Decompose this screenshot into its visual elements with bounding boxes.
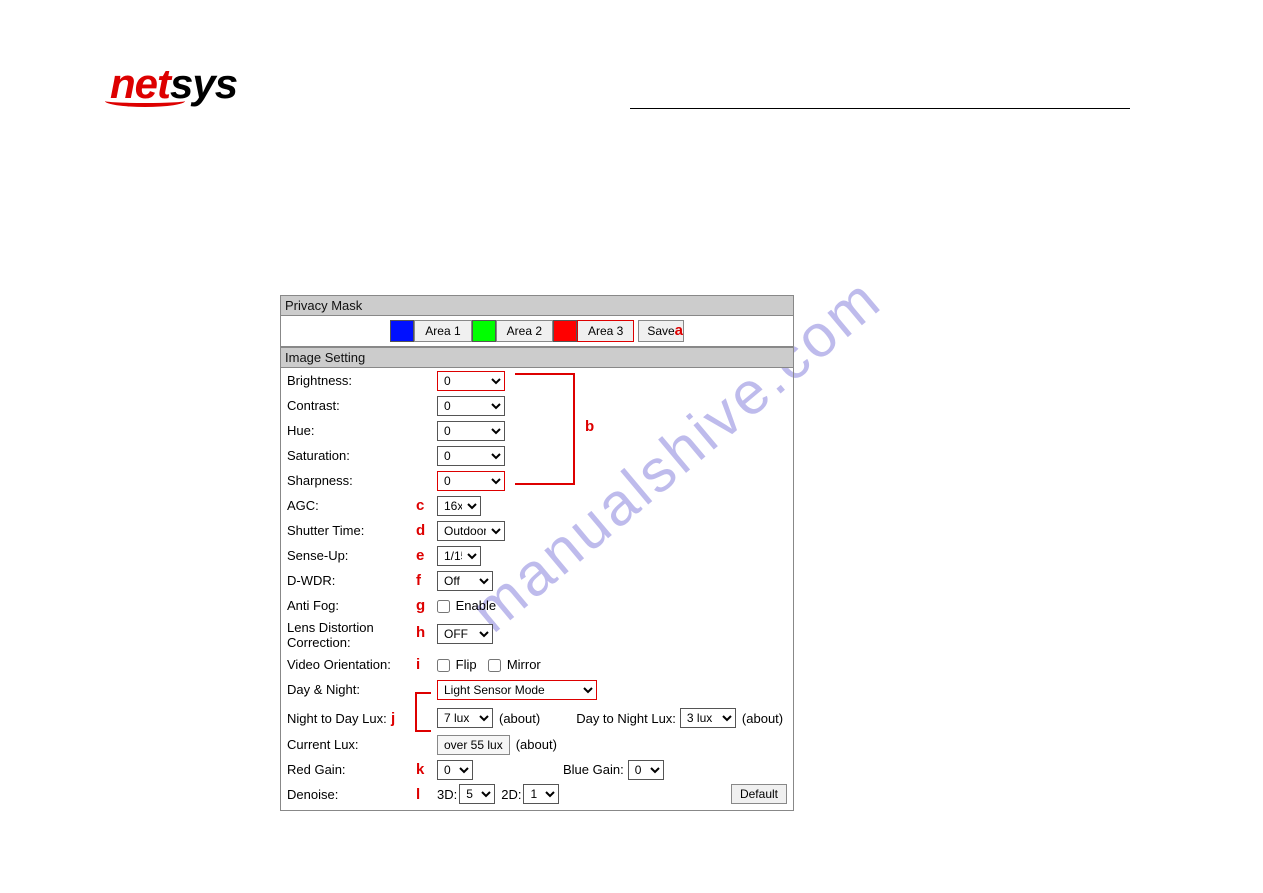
antifog-label: Anti Fog: — [287, 598, 417, 613]
saturation-select[interactable]: 0 — [437, 446, 505, 466]
mirror-label: Mirror — [507, 657, 541, 672]
hue-select[interactable]: 0 — [437, 421, 505, 441]
privacy-mask-row: Area 1 Area 2 Area 3 Save a — [281, 316, 793, 347]
annotation-k: k — [416, 761, 424, 778]
dwdr-select[interactable]: Off — [437, 571, 493, 591]
annotation-b: b — [585, 418, 594, 435]
annotation-j: j — [391, 710, 395, 727]
day-to-night-select[interactable]: 3 lux — [680, 708, 736, 728]
area2-color-swatch — [472, 320, 496, 342]
senseup-label: Sense-Up: — [287, 548, 417, 563]
shutter-select[interactable]: Outdoor — [437, 521, 505, 541]
current-lux-label: Current Lux: — [287, 737, 437, 752]
annotation-a: a — [675, 322, 683, 339]
agc-select[interactable]: 16x — [437, 496, 481, 516]
contrast-select[interactable]: 0 — [437, 396, 505, 416]
area1-color-swatch — [390, 320, 414, 342]
flip-label: Flip — [456, 657, 477, 672]
denoise-3d-label: 3D: — [437, 787, 457, 802]
daynight-label: Day & Night: — [287, 682, 437, 697]
saturation-row: Saturation: 0 — [281, 443, 793, 468]
logo-swoosh — [105, 95, 185, 107]
settings-panel: Privacy Mask Area 1 Area 2 Area 3 Save a… — [280, 295, 794, 811]
denoise-3d-select[interactable]: 5 — [459, 784, 495, 804]
shutter-label: Shutter Time: — [287, 523, 417, 538]
area3-button[interactable]: Area 3 — [577, 320, 634, 342]
mirror-checkbox[interactable] — [488, 659, 501, 672]
denoise-row: Denoise: l 3D: 5 2D: 1 Default — [281, 782, 793, 810]
denoise-2d-select[interactable]: 1 — [523, 784, 559, 804]
annotation-c: c — [416, 497, 424, 514]
contrast-label: Contrast: — [287, 398, 437, 413]
lens-select[interactable]: OFF — [437, 624, 493, 644]
lens-row: Lens Distortion Correction: h OFF — [281, 618, 793, 652]
current-lux-row: Current Lux: over 55 lux (about) — [281, 732, 793, 757]
brightness-row: Brightness: 0 — [281, 368, 793, 393]
lux-row: Night to Day Lux: j 7 lux (about) Day to… — [281, 702, 793, 732]
brightness-label: Brightness: — [287, 373, 437, 388]
annotation-h: h — [416, 624, 425, 641]
blue-gain-label: Blue Gain: — [563, 762, 624, 777]
sharpness-label: Sharpness: — [287, 473, 437, 488]
dwdr-label: D-WDR: — [287, 573, 417, 588]
hue-row: Hue: 0 — [281, 418, 793, 443]
saturation-label: Saturation: — [287, 448, 437, 463]
privacy-mask-header: Privacy Mask — [281, 296, 793, 316]
agc-label: AGC: — [287, 498, 417, 513]
area2-button[interactable]: Area 2 — [496, 320, 553, 342]
current-lux-value: over 55 lux — [437, 735, 510, 755]
d2n-about: (about) — [742, 711, 783, 726]
night-to-day-label: Night to Day Lux: — [287, 711, 399, 726]
image-setting-header: Image Setting — [281, 347, 793, 368]
annotation-l: l — [416, 786, 420, 803]
area1-button[interactable]: Area 1 — [414, 320, 471, 342]
red-gain-label: Red Gain: — [287, 762, 417, 777]
orientation-label: Video Orientation: — [287, 657, 417, 672]
flip-checkbox[interactable] — [437, 659, 450, 672]
brightness-select[interactable]: 0 — [437, 371, 505, 391]
agc-row: AGC: c 16x — [281, 493, 793, 518]
hue-label: Hue: — [287, 423, 437, 438]
orientation-row: Video Orientation: i Flip Mirror — [281, 652, 793, 677]
annotation-i: i — [416, 656, 420, 673]
senseup-row: Sense-Up: e 1/15 — [281, 543, 793, 568]
n2d-about: (about) — [499, 711, 540, 726]
red-gain-select[interactable]: 0 — [437, 760, 473, 780]
night-to-day-select[interactable]: 7 lux — [437, 708, 493, 728]
daynight-select[interactable]: Light Sensor Mode — [437, 680, 597, 700]
denoise-label: Denoise: — [287, 787, 417, 802]
area3-color-swatch — [553, 320, 577, 342]
denoise-2d-label: 2D: — [501, 787, 521, 802]
shutter-row: Shutter Time: d Outdoor — [281, 518, 793, 543]
dwdr-row: D-WDR: f Off — [281, 568, 793, 593]
daynight-row: Day & Night: Light Sensor Mode — [281, 677, 793, 702]
annotation-e: e — [416, 547, 424, 564]
header-rule — [630, 108, 1130, 109]
sharpness-row: Sharpness: 0 — [281, 468, 793, 493]
blue-gain-select[interactable]: 0 — [628, 760, 664, 780]
sharpness-select[interactable]: 0 — [437, 471, 505, 491]
antifog-row: Anti Fog: g Enable — [281, 593, 793, 618]
default-button[interactable]: Default — [731, 784, 787, 804]
lens-label: Lens Distortion Correction: — [287, 620, 417, 650]
gain-row: Red Gain: k 0 Blue Gain: 0 — [281, 757, 793, 782]
day-to-night-label: Day to Night Lux: — [576, 711, 676, 726]
senseup-select[interactable]: 1/15 — [437, 546, 481, 566]
current-lux-about: (about) — [516, 737, 557, 752]
annotation-d: d — [416, 522, 425, 539]
annotation-f: f — [416, 572, 421, 589]
contrast-row: Contrast: 0 — [281, 393, 793, 418]
annotation-g: g — [416, 597, 425, 614]
antifog-checkbox-label: Enable — [456, 598, 496, 613]
antifog-checkbox[interactable] — [437, 600, 450, 613]
